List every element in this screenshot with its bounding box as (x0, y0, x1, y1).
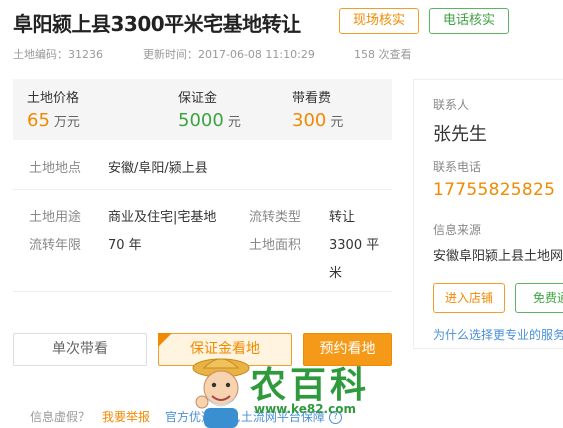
price-box: 土地价格 65 万元 保证金 5000 元 带看费 300 元 (13, 79, 392, 140)
false-info-text: 信息虚假？ (30, 410, 91, 424)
free-call-button[interactable]: 免费通 (515, 283, 563, 313)
official-channel-link[interactable]: 官方优选渠道,土流网平台保障? (165, 408, 342, 425)
view-count: 158 次查看 (354, 48, 412, 61)
transfer-type-label: 流转类型 (249, 210, 302, 225)
single-view-button[interactable]: 单次带看 (13, 333, 147, 366)
price-land-value: 65 (27, 110, 50, 131)
phone-label: 联系电话 (433, 160, 482, 174)
official-channel-label: 官方优选渠道,土流网平台保障 (165, 410, 325, 424)
transfer-type-value: 转让 (329, 210, 356, 225)
footer-row: 信息虚假？ 我要举报 官方优选渠道,土流网平台保障? (30, 408, 342, 425)
years-label: 流转年限 (29, 238, 82, 253)
source-value[interactable]: 安徽阜阳颍上县土地网 (433, 245, 563, 264)
update-time: 更新时间：2017-06-08 11:10:29 (143, 48, 315, 61)
price-land-label: 土地价格 (27, 91, 80, 106)
price-viewing-fee-value: 300 (292, 110, 327, 131)
title-row: 阜阳颍上县3300平米宅基地转让 (13, 7, 301, 37)
price-viewing-fee-unit: 元 (330, 115, 344, 130)
book-view-button[interactable]: 预约看地 (303, 333, 392, 366)
price-deposit: 保证金 5000 元 (178, 87, 241, 131)
divider (13, 291, 392, 292)
deposit-view-label: 保证金看地 (190, 341, 260, 357)
price-viewing-fee-label: 带看费 (292, 91, 332, 106)
deposit-view-button[interactable]: 保证金看地 (158, 333, 292, 366)
price-deposit-unit: 元 (227, 115, 241, 130)
why-choose-link[interactable]: 为什么选择更专业的服务 (433, 326, 563, 343)
area-label: 土地面积 (249, 238, 302, 253)
report-link[interactable]: 我要举报 (102, 408, 150, 425)
contact-phone[interactable]: 17755825825 (433, 180, 555, 200)
price-deposit-label: 保证金 (178, 91, 218, 106)
divider (13, 189, 392, 190)
use-label: 土地用途 (29, 210, 82, 225)
contact-panel: 联系人 张先生 联系电话 17755825825 信息来源 安徽阜阳颍上县土地网… (413, 79, 563, 349)
price-viewing-fee: 带看费 300 元 (292, 87, 343, 131)
verify-site-button[interactable]: 现场核实 (339, 8, 419, 34)
verify-phone-button[interactable]: 电话核实 (429, 8, 509, 34)
years-value: 70 年 (108, 238, 142, 253)
page-title: 阜阳颍上县3300平米宅基地转让 (13, 11, 301, 36)
area-value: 3300 平 (329, 238, 380, 253)
price-land: 土地价格 65 万元 (27, 87, 80, 131)
price-land-unit: 万元 (53, 115, 80, 130)
location-value: 安徽/阜阳/颍上县 (108, 161, 208, 176)
area-value-wrap: 米 (329, 266, 343, 281)
price-deposit-value: 5000 (178, 110, 224, 131)
location-label: 土地地点 (29, 161, 82, 176)
source-label: 信息来源 (433, 223, 482, 237)
contact-name: 张先生 (433, 124, 487, 145)
land-code: 土地编码：31236 (13, 48, 103, 61)
corner-flag-icon (158, 333, 172, 347)
meta-row: 土地编码：31236 更新时间：2017-06-08 11:10:29 158 … (13, 46, 553, 64)
help-icon[interactable]: ? (328, 411, 342, 424)
use-value: 商业及住宅|宅基地 (108, 210, 217, 225)
enter-store-button[interactable]: 进入店铺 (433, 283, 505, 313)
contact-label: 联系人 (433, 98, 470, 112)
